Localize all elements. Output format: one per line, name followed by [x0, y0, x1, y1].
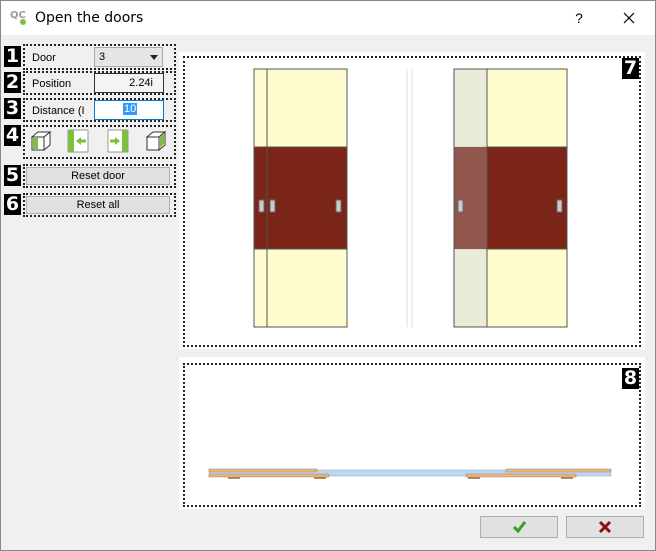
left-cabinet-bottom-panel — [253, 248, 348, 328]
handle-icon — [269, 199, 276, 213]
title-bar: QC Open the doors ? — [1, 1, 655, 35]
top-view-drawing — [208, 468, 612, 479]
distance-input[interactable]: 10 — [94, 100, 164, 120]
badge-7: 7 — [622, 57, 639, 79]
handle-icon — [258, 199, 265, 213]
reset-all-button[interactable]: Reset all — [26, 196, 170, 214]
left-cabinet-top-panel — [253, 68, 348, 148]
checkmark-icon — [512, 521, 527, 534]
door-select-value: 3 — [99, 51, 106, 63]
position-value: 2.24i — [94, 73, 164, 93]
cancel-button[interactable] — [566, 516, 644, 538]
distance-label: Distance (I — [32, 105, 85, 117]
chevron-down-icon — [150, 55, 158, 60]
dialog-window: QC Open the doors ? 1 Door 3 2 Position … — [0, 0, 656, 551]
front-view-drawing — [253, 68, 568, 328]
position-label: Position — [32, 78, 72, 90]
door-select[interactable]: 3 — [94, 47, 163, 67]
slide-left-icon[interactable] — [66, 129, 90, 153]
top-view-door-right — [505, 468, 612, 473]
open-all-left-icon[interactable] — [29, 129, 53, 153]
cross-icon — [598, 520, 612, 534]
reset-door-button[interactable]: Reset door — [26, 167, 170, 185]
slide-right-icon[interactable] — [106, 129, 130, 153]
top-view-door-left — [208, 468, 318, 473]
distance-input-value: 10 — [123, 103, 138, 115]
badge-3: 3 — [4, 97, 21, 119]
badge-1: 1 — [4, 45, 21, 67]
left-cabinet-wood-panel — [253, 146, 348, 250]
open-all-right-icon[interactable] — [144, 129, 168, 153]
door-label: Door — [32, 52, 56, 64]
handle-icon — [556, 199, 563, 213]
window-title: Open the doors — [35, 10, 144, 26]
ok-button[interactable] — [480, 516, 558, 538]
badge-8: 8 — [622, 367, 639, 389]
handle-icon — [335, 199, 342, 213]
badge-6: 6 — [4, 193, 21, 215]
app-logo-icon: QC — [10, 10, 26, 25]
badge-2: 2 — [4, 71, 21, 93]
badge-5: 5 — [4, 164, 21, 186]
top-view-frame — [183, 363, 641, 507]
help-button[interactable]: ? — [566, 5, 592, 31]
handle-icon — [457, 199, 464, 213]
badge-4: 4 — [4, 124, 21, 146]
close-icon[interactable] — [616, 5, 642, 31]
